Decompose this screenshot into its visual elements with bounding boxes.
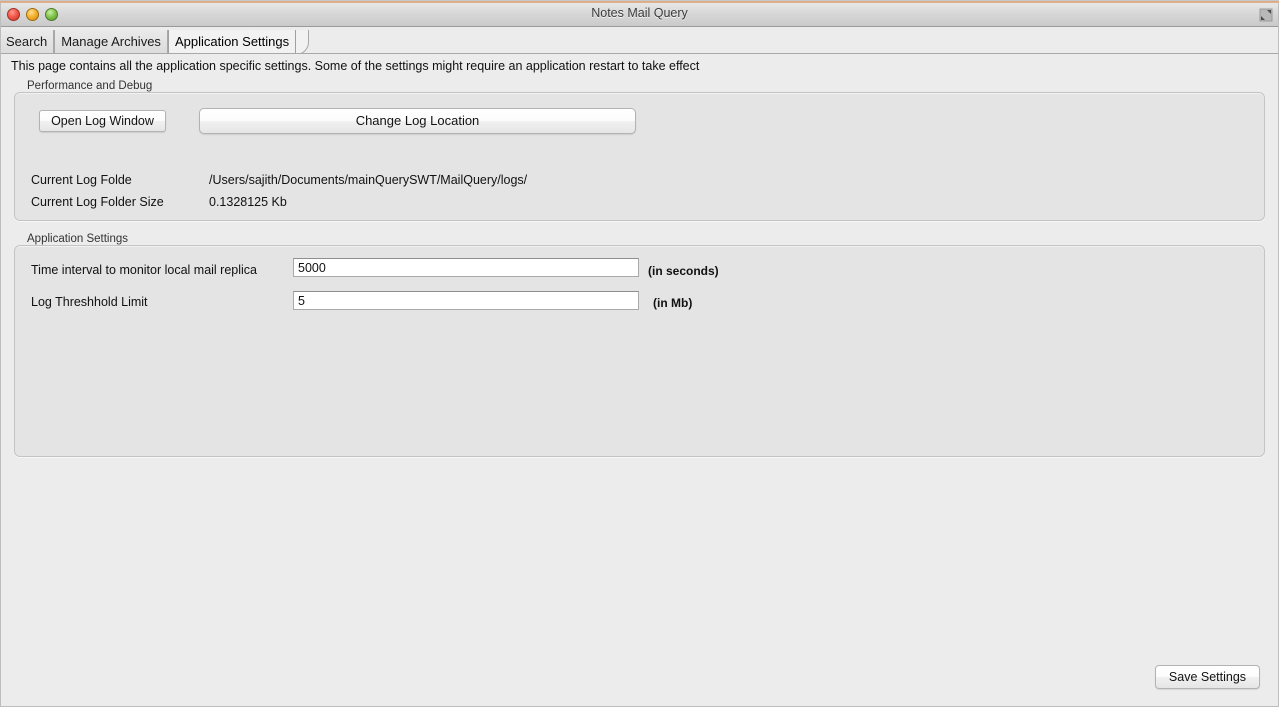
- save-settings-button[interactable]: Save Settings: [1155, 665, 1260, 689]
- time-interval-input[interactable]: [293, 258, 639, 277]
- window-title: Notes Mail Query: [591, 6, 688, 20]
- fullscreen-icon[interactable]: [1259, 8, 1273, 22]
- current-log-folder-value: /Users/sajith/Documents/mainQuerySWT/Mai…: [209, 173, 528, 187]
- tab-manage-archives[interactable]: Manage Archives: [54, 30, 168, 54]
- current-log-folder-size-value: 0.1328125 Kb: [209, 195, 287, 209]
- log-threshold-limit-input[interactable]: [293, 291, 639, 310]
- time-interval-label: Time interval to monitor local mail repl…: [31, 263, 258, 277]
- log-threshold-limit-unit-label: (in Mb): [653, 296, 693, 310]
- settings-page: This page contains all the application s…: [0, 54, 1279, 707]
- page-description: This page contains all the application s…: [11, 59, 700, 73]
- current-log-folder-size-label: Current Log Folder Size: [31, 195, 164, 209]
- log-threshold-limit-label: Log Threshhold Limit: [31, 295, 148, 309]
- tab-list: Search Manage Archives Application Setti…: [0, 29, 318, 54]
- current-log-folder-label: Current Log Folde: [31, 173, 132, 187]
- tab-bar: Search Manage Archives Application Setti…: [0, 28, 1279, 54]
- application-window: Notes Mail Query Search Manage Archives …: [0, 0, 1279, 707]
- time-interval-unit-label: (in seconds): [648, 264, 719, 278]
- change-log-location-button[interactable]: Change Log Location: [199, 108, 636, 134]
- tab-application-settings[interactable]: Application Settings: [167, 30, 297, 54]
- tab-search[interactable]: Search: [0, 30, 55, 54]
- open-log-window-button[interactable]: Open Log Window: [39, 110, 166, 132]
- tab-tail-decoration: [296, 30, 318, 54]
- group-label-performance-and-debug: Performance and Debug: [27, 80, 153, 92]
- window-left-edge: [0, 3, 1, 707]
- group-label-application-settings: Application Settings: [27, 233, 129, 245]
- title-bar: Notes Mail Query: [0, 3, 1279, 27]
